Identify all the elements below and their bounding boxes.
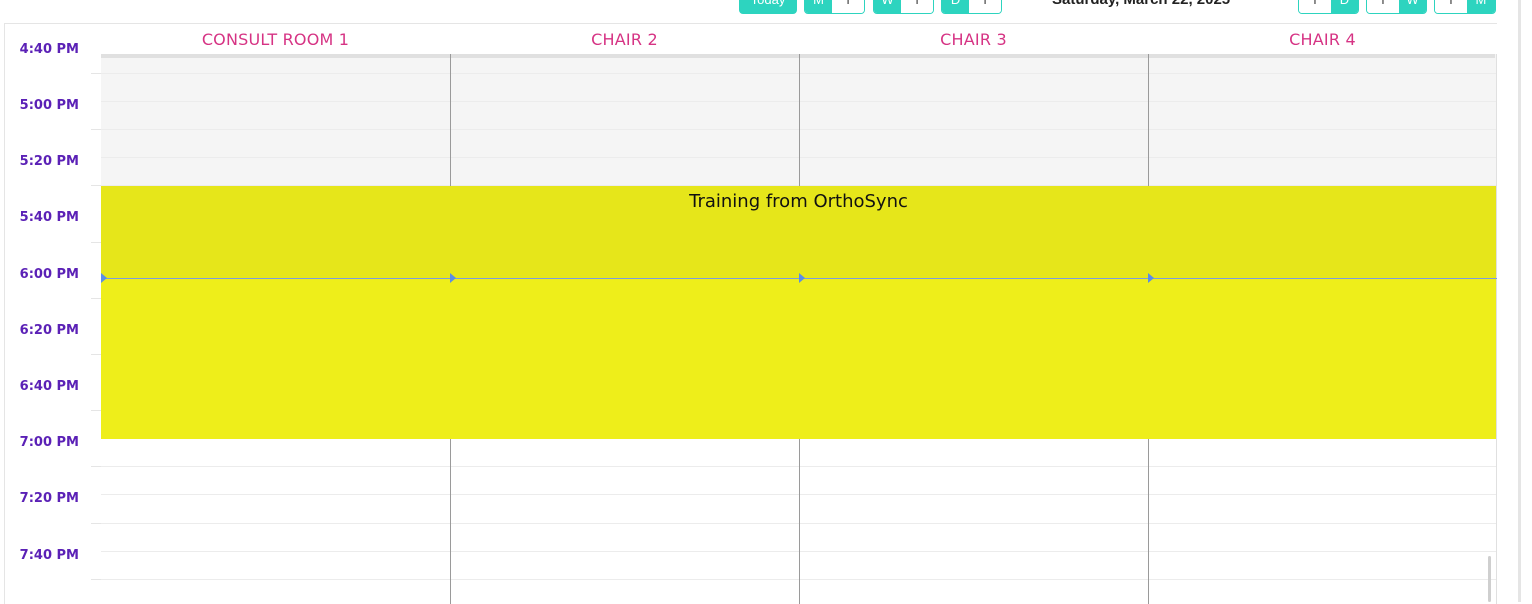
time-tick: [91, 523, 101, 524]
view-toggle-tw[interactable]: T W: [1366, 0, 1427, 14]
view-toggle-dt[interactable]: D T: [941, 0, 1002, 14]
time-grid[interactable]: Training from OrthoSync: [101, 54, 1497, 604]
toggle-option-d[interactable]: D: [942, 0, 970, 13]
toggle-option-t[interactable]: T: [832, 0, 864, 13]
grid-top-divider: [101, 54, 1495, 58]
current-date-label: Saturday, March 22, 2025: [1052, 0, 1230, 8]
view-toggle-wt[interactable]: W T: [873, 0, 934, 14]
view-toggle-mt[interactable]: M T: [804, 0, 865, 14]
view-toggle-tm[interactable]: T M: [1434, 0, 1496, 14]
time-gutter: 4:40 PM 5:00 PM 5:20 PM 5:40 PM 6:00 PM …: [5, 42, 101, 604]
toggle-option-w[interactable]: W: [1398, 0, 1426, 13]
event-block[interactable]: Training from OrthoSync: [101, 186, 1496, 439]
resource-header-chair-2[interactable]: CHAIR 2: [450, 24, 799, 54]
toggle-option-t[interactable]: T: [969, 0, 1001, 13]
toggle-option-t[interactable]: T: [901, 0, 933, 13]
page-right-edge: [1518, 0, 1521, 602]
time-label: 6:20 PM: [19, 323, 79, 338]
time-label: 7:40 PM: [19, 548, 79, 563]
resource-header-chair-4[interactable]: CHAIR 4: [1148, 24, 1497, 54]
time-label: 7:20 PM: [19, 491, 79, 506]
view-toggle-td[interactable]: T D: [1298, 0, 1359, 14]
time-tick: [91, 185, 101, 186]
resource-header-chair-3[interactable]: CHAIR 3: [799, 24, 1148, 54]
time-tick: [91, 579, 101, 580]
current-time-marker-icon: [450, 273, 456, 283]
toggle-option-m[interactable]: M: [805, 0, 833, 13]
toggle-option-t[interactable]: T: [1435, 0, 1467, 13]
toggle-option-t[interactable]: T: [1367, 0, 1399, 13]
resource-header-row: CONSULT ROOM 1 CHAIR 2 CHAIR 3 CHAIR 4: [5, 24, 1497, 54]
time-label: 6:00 PM: [19, 267, 79, 282]
vertical-scrollbar[interactable]: [1488, 556, 1491, 602]
time-tick: [91, 73, 101, 74]
toggle-option-d[interactable]: D: [1330, 0, 1358, 13]
time-tick: [91, 354, 101, 355]
resource-calendar: CONSULT ROOM 1 CHAIR 2 CHAIR 3 CHAIR 4 4…: [4, 23, 1497, 604]
time-tick: [91, 298, 101, 299]
time-label: 4:40 PM: [19, 42, 79, 57]
time-label: 5:40 PM: [19, 210, 79, 225]
time-label: 7:00 PM: [19, 435, 79, 450]
time-label: 5:00 PM: [19, 98, 79, 113]
current-time-marker-icon: [1148, 273, 1154, 283]
time-label: 6:40 PM: [19, 379, 79, 394]
event-title: Training from OrthoSync: [689, 191, 908, 212]
time-tick: [91, 410, 101, 411]
toggle-option-t[interactable]: T: [1299, 0, 1331, 13]
time-label: 5:20 PM: [19, 154, 79, 169]
resource-header-consult-room-1[interactable]: CONSULT ROOM 1: [101, 24, 450, 54]
calendar-toolbar: Today M T W T D T Saturday, March 22, 20…: [0, 0, 1532, 18]
current-time-marker-icon: [101, 273, 107, 283]
time-tick: [91, 242, 101, 243]
toggle-option-w[interactable]: W: [874, 0, 902, 13]
time-tick: [91, 466, 101, 467]
today-button[interactable]: Today: [739, 0, 797, 14]
current-time-marker-icon: [799, 273, 805, 283]
grid-right-border: [1496, 54, 1497, 604]
time-tick: [91, 129, 101, 130]
toggle-option-m[interactable]: M: [1466, 0, 1495, 13]
